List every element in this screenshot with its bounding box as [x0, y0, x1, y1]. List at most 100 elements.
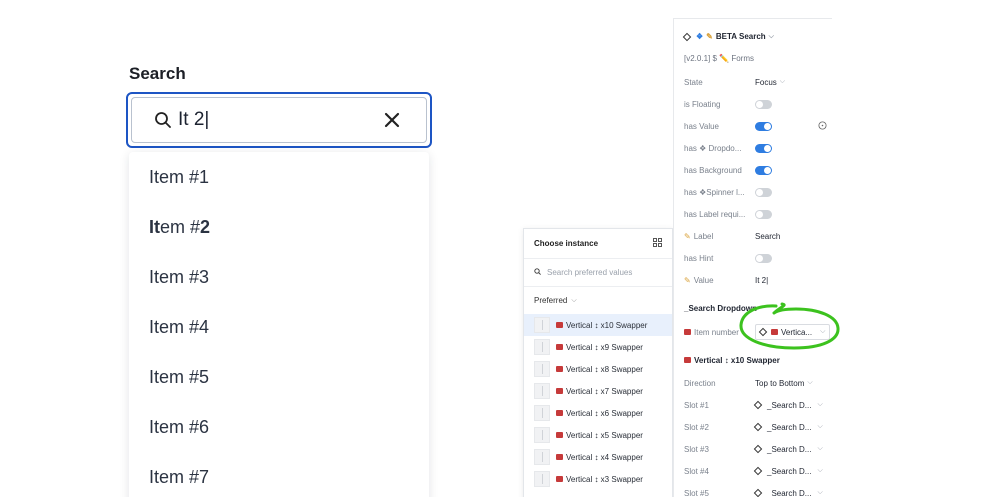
slot-select[interactable]: _Search D... ⌵ [753, 445, 823, 454]
slot-select[interactable]: _Search D... ⌵ [753, 400, 823, 410]
slot-select[interactable]: _Search D... ⌵ [753, 488, 823, 497]
instance-item-label: Vertical ↕ x3 Swapper [566, 474, 643, 484]
prop-label: Slot #1 [684, 400, 709, 410]
component-version: [v2.0.1] $ ✏️ Forms [684, 54, 754, 63]
prop-label-text: Value [693, 275, 714, 285]
state-value: Focus [755, 77, 777, 87]
prop-has-spinner: has ❖Spinner l... [684, 185, 834, 199]
prop-is-floating: is Floating [684, 97, 834, 111]
prop-slot: Slot #1 _Search D... ⌵ [684, 398, 834, 412]
target-icon[interactable] [818, 121, 827, 132]
instance-item-label: Vertical ↕ x9 Swapper [566, 342, 643, 352]
is-floating-toggle[interactable] [755, 99, 772, 109]
chevron-down-icon: ⌵ [817, 423, 823, 430]
instance-icon [758, 327, 768, 337]
state-select[interactable]: Focus ⌵ [755, 78, 785, 87]
prop-label: Slot #2 [684, 422, 709, 432]
slot-value: _Search D... [767, 466, 812, 476]
toolbox-icon [771, 329, 778, 335]
instance-icon [682, 32, 692, 41]
has-dropdown-toggle[interactable] [755, 143, 772, 153]
search-dropdown: Item #1 It em #2 Item #3 Item #4 Item #5 … [129, 152, 429, 497]
has-spinner-toggle[interactable] [755, 187, 772, 197]
prop-slot: Slot #2 _Search D... ⌵ [684, 420, 834, 434]
prop-label: has ❖ Dropdo... [684, 143, 742, 153]
preferred-label: Preferred [534, 296, 568, 305]
instance-item[interactable]: Vertical ↕ x9 Swapper [524, 336, 672, 358]
instance-item[interactable]: Vertical ↕ x3 Swapper [524, 468, 672, 490]
prop-has-label-required: has Label requi... [684, 207, 834, 221]
prop-label: ✎ Value [684, 276, 755, 285]
label-value[interactable]: Search [755, 232, 780, 241]
has-hint-toggle[interactable] [755, 253, 772, 263]
prop-has-background: has Background [684, 163, 834, 177]
slot-select[interactable]: _Search D... ⌵ [753, 422, 823, 432]
pencil-icon: ✎ [706, 32, 713, 41]
instance-item[interactable]: Vertical ↕ x10 Swapper [524, 314, 672, 336]
slot-value: _Search D... [767, 422, 812, 432]
pencil-icon: ✎ [684, 275, 691, 285]
prop-label-text: ✎ Label Search [684, 229, 834, 243]
slot-value: _Search D... [767, 400, 812, 410]
instance-search-input[interactable]: Search preferred values [524, 259, 672, 287]
instance-item[interactable]: Vertical ↕ x7 Swapper [524, 380, 672, 402]
search-placeholder: Search preferred values [547, 268, 633, 277]
prop-label-text: Item number [694, 327, 739, 337]
search-title: Search [129, 64, 186, 83]
close-icon[interactable] [384, 112, 400, 128]
item-number-select[interactable]: Vertica... ⌵ [755, 324, 831, 340]
list-item[interactable]: Item #1 [129, 152, 429, 202]
list-item[interactable]: Item #3 [129, 252, 429, 302]
value-field[interactable]: It 2| [755, 276, 768, 285]
prop-label: Item number [684, 328, 755, 337]
search-field[interactable]: It 2| [126, 92, 432, 148]
prop-has-value: has Value [684, 119, 834, 133]
prop-slot: Slot #4 _Search D... ⌵ [684, 464, 834, 478]
instance-item[interactable]: Vertical ↕ x5 Swapper [524, 424, 672, 446]
toolbox-icon [556, 410, 563, 416]
search-input[interactable]: It 2| [178, 109, 384, 131]
prop-label: is Floating [684, 99, 721, 109]
prop-label: has Background [684, 165, 742, 175]
has-label-required-toggle[interactable] [755, 209, 772, 219]
list-item[interactable]: It em #2 [129, 202, 429, 252]
has-background-toggle[interactable] [755, 165, 772, 175]
component-icon: ❖ [696, 32, 704, 41]
section-search-dropdown: _Search Dropdown [684, 304, 757, 313]
list-item[interactable]: Item #4 [129, 302, 429, 352]
toolbox-icon [556, 432, 563, 438]
thumbnail [534, 405, 550, 421]
section-title: Vertical ↕ x10 Swapper [694, 356, 780, 365]
instance-item[interactable]: Vertical ↕ x4 Swapper [524, 446, 672, 468]
instance-icon [753, 488, 763, 497]
list-item[interactable]: Item #5 [129, 352, 429, 402]
prop-item-number: Item number Vertica... ⌵ [684, 323, 834, 341]
instance-item-label: Vertical ↕ x5 Swapper [566, 430, 643, 440]
thumbnail [534, 339, 550, 355]
instance-item[interactable]: Vertical ↕ x6 Swapper [524, 402, 672, 424]
pencil-icon: ✎ [684, 231, 691, 241]
has-value-toggle[interactable] [755, 121, 772, 131]
list-item[interactable]: Item #6 [129, 402, 429, 452]
preferred-dropdown[interactable]: Preferred ⌵ [524, 287, 672, 314]
match-highlight: 2 [200, 216, 211, 237]
grid-view-icon[interactable] [653, 238, 662, 249]
instance-icon [753, 422, 763, 432]
slot-select[interactable]: _Search D... ⌵ [753, 466, 823, 476]
list-item[interactable]: Item #7 [129, 452, 429, 497]
thumbnail [534, 427, 550, 443]
instance-item-label: Vertical ↕ x8 Swapper [566, 364, 643, 374]
panel-title: Choose instance [534, 239, 599, 248]
component-header[interactable]: ❖ ✎ BETA Search ⌵ [682, 32, 774, 41]
instance-icon [753, 466, 763, 476]
chevron-down-icon: ⌵ [817, 467, 823, 474]
instance-item[interactable]: Vertical ↕ x8 Swapper [524, 358, 672, 380]
toolbox-icon [684, 357, 691, 363]
direction-select[interactable]: Top to Bottom ⌵ [755, 379, 813, 388]
chevron-down-icon: ⌵ [817, 489, 823, 496]
instance-icon [753, 400, 763, 410]
prop-has-dropdown: has ❖ Dropdo... [684, 141, 834, 155]
instance-item-label: Vertical ↕ x7 Swapper [566, 386, 643, 396]
prop-label-text: Label [693, 231, 714, 241]
thumbnail [534, 471, 550, 487]
